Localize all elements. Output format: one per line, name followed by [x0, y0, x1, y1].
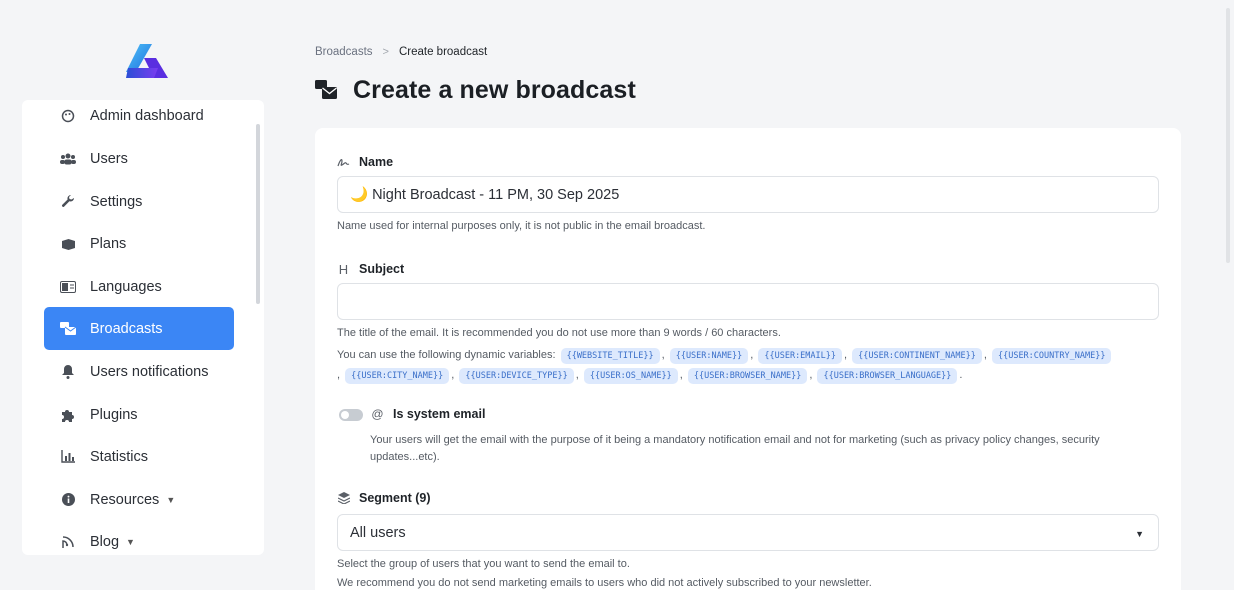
sidebar-item-plans[interactable]: Plans — [44, 222, 234, 265]
blog-icon — [60, 534, 76, 550]
sidebar-item-broadcasts[interactable]: Broadcasts — [44, 307, 234, 350]
sidebar-item-label: Statistics — [90, 448, 149, 465]
system-email-label: @ Is system email — [371, 407, 486, 421]
sidebar-item-label: Users — [90, 150, 128, 167]
language-icon — [60, 279, 76, 295]
app-logo[interactable] — [124, 42, 170, 82]
breadcrumb-current: Create broadcast — [398, 46, 488, 58]
wrench-icon — [60, 194, 76, 210]
sidebar-item-admin-dashboard[interactable]: Admin dashboard — [44, 100, 234, 137]
variable-chip[interactable]: {{USER:DEVICE_TYPE}} — [459, 368, 574, 384]
sidebar-item-label: Languages — [90, 278, 162, 295]
segment-help-text: Select the group of users that you want … — [337, 558, 630, 570]
name-input-value: 🌙 Night Broadcast - 11 PM, 30 Sep 2025 — [350, 187, 620, 203]
at-icon: @ — [371, 407, 384, 421]
sidebar-item-users-notifications[interactable]: Users notifications — [44, 350, 234, 393]
variable-chip[interactable]: {{USER:BROWSER_NAME}} — [687, 368, 808, 384]
segment-select-value: All users — [350, 524, 406, 541]
sidebar-item-users[interactable]: Users — [44, 137, 234, 180]
dynamic-variables: You can use the following dynamic variab… — [337, 345, 1167, 385]
dynamic-variables-intro: You can use the following dynamic variab… — [337, 349, 556, 361]
sidebar-item-label: Resources — [90, 491, 160, 508]
broadcast-form-card: Name 🌙 Night Broadcast - 11 PM, 30 Sep 2… — [315, 128, 1181, 590]
mail-bulk-icon — [315, 79, 337, 102]
palette-icon — [60, 108, 76, 124]
sidebar-item-label: Plans — [90, 235, 127, 252]
signature-icon — [337, 156, 350, 169]
sidebar-item-label: Users notifications — [90, 363, 209, 380]
chart-line-icon — [60, 449, 76, 465]
subject-help-text: The title of the email. It is recommende… — [337, 327, 781, 339]
variable-chip[interactable]: {{USER:OS_NAME}} — [583, 368, 678, 384]
bell-icon — [60, 364, 76, 380]
info-circle-icon — [60, 492, 76, 508]
sidebar-item-label: Plugins — [90, 406, 138, 423]
variable-chip[interactable]: {{USER:COUNTRY_NAME}} — [991, 348, 1112, 364]
name-input[interactable]: 🌙 Night Broadcast - 11 PM, 30 Sep 2025 — [337, 176, 1159, 213]
caret-down-icon: ▼ — [126, 536, 135, 547]
layers-icon — [337, 492, 350, 505]
variable-chip[interactable]: {{WEBSITE_TITLE}} — [560, 348, 660, 364]
variable-chip[interactable]: {{USER:BROWSER_LANGUAGE}} — [817, 368, 958, 384]
subject-input[interactable] — [337, 283, 1159, 320]
variable-chip[interactable]: {{USER:EMAIL}} — [758, 348, 843, 364]
sidebar-item-resources[interactable]: Resources ▼ — [44, 478, 234, 521]
sidebar-item-label: Settings — [90, 193, 143, 210]
heading-icon: H — [338, 261, 349, 277]
breadcrumb: Broadcasts > Create broadcast — [315, 46, 487, 58]
sidebar-item-label: Blog — [90, 533, 120, 550]
segment-recommendation-text: We recommend you do not send marketing e… — [337, 577, 872, 589]
caret-down-icon: ▼ — [1135, 529, 1144, 539]
segment-select[interactable]: All users ▼ — [337, 514, 1159, 551]
variable-chip[interactable]: {{USER:CONTINENT_NAME}} — [852, 348, 982, 364]
name-help-text: Name used for internal purposes only, it… — [337, 220, 706, 232]
system-email-description: Your users will get the email with the p… — [370, 434, 1100, 463]
variable-chip[interactable]: {{USER:NAME}} — [669, 348, 749, 364]
system-email-toggle[interactable] — [339, 409, 363, 421]
puzzle-icon — [60, 407, 76, 423]
page-header: Create a new broadcast — [315, 76, 636, 105]
mail-bulk-icon — [60, 321, 76, 337]
box-icon — [60, 236, 76, 252]
sidebar-item-languages[interactable]: Languages — [44, 265, 234, 308]
variable-chip[interactable]: {{USER:CITY_NAME}} — [345, 368, 450, 384]
sidebar-item-statistics[interactable]: Statistics — [44, 435, 234, 478]
subject-label: H Subject — [338, 261, 405, 277]
sidebar-item-settings[interactable]: Settings — [44, 180, 234, 223]
sidebar-item-blog[interactable]: Blog ▼ — [44, 520, 234, 555]
name-label: Name — [337, 155, 393, 169]
sidebar-item-label: Admin dashboard — [90, 107, 204, 124]
page-title: Create a new broadcast — [353, 76, 636, 104]
sidebar-item-plugins[interactable]: Plugins — [44, 393, 234, 436]
sidebar-item-label: Broadcasts — [90, 320, 163, 337]
page-scrollbar[interactable] — [1226, 8, 1230, 263]
sidebar-scrollbar[interactable] — [256, 124, 260, 304]
sidebar: Admin dashboard Users Settings Plans Lan… — [22, 100, 264, 555]
breadcrumb-separator: > — [382, 46, 389, 58]
users-icon — [60, 151, 76, 167]
segment-label: Segment (9) — [337, 491, 431, 505]
caret-down-icon: ▼ — [166, 494, 176, 505]
breadcrumb-link-broadcasts[interactable]: Broadcasts — [315, 46, 373, 58]
